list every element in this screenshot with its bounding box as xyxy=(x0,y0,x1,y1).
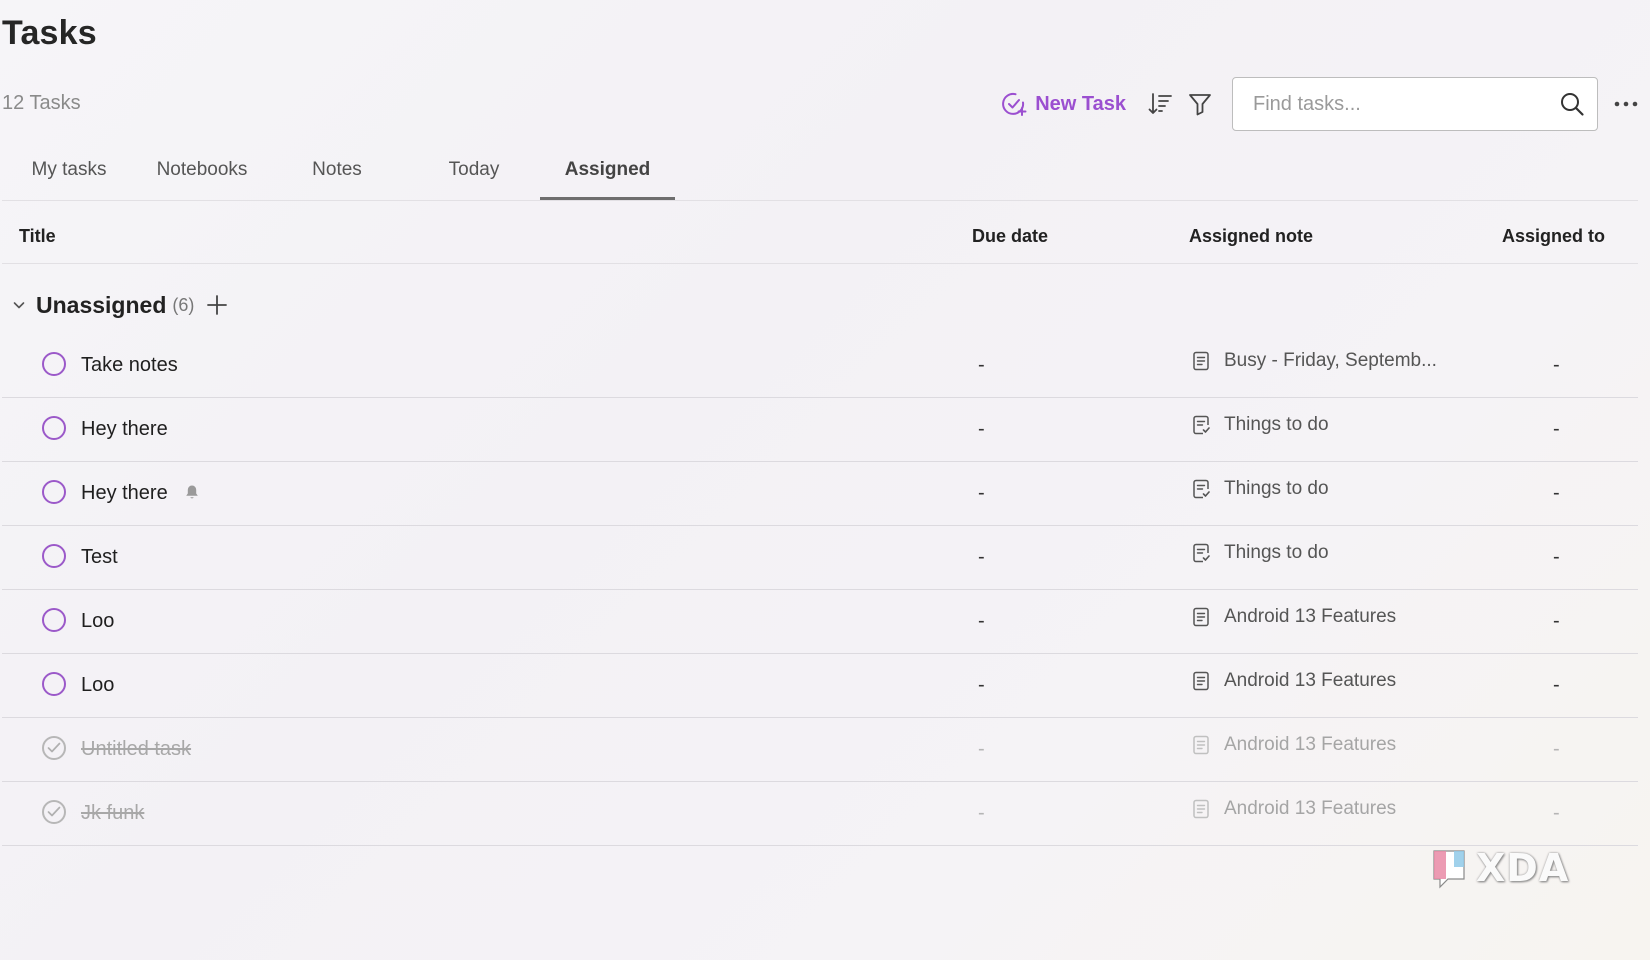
header-divider xyxy=(2,263,1638,264)
task-due-date: - xyxy=(978,674,985,696)
filter-icon[interactable] xyxy=(1185,89,1215,119)
task-row[interactable]: Take notes - Busy - Friday, Septemb... - xyxy=(2,334,1638,398)
task-assignee: - xyxy=(1553,610,1560,632)
group-header: Unassigned (6) xyxy=(12,288,228,322)
task-row[interactable]: Jk funk - Android 13 Features - xyxy=(2,782,1638,846)
more-horizontal-icon[interactable] xyxy=(1606,84,1646,124)
chevron-down-icon[interactable] xyxy=(12,298,26,312)
task-due-date: - xyxy=(978,802,985,824)
tab-assigned[interactable]: Assigned xyxy=(540,148,675,200)
task-list: Take notes - Busy - Friday, Septemb... -… xyxy=(2,334,1638,846)
task-list-icon xyxy=(1192,479,1210,499)
task-assignee: - xyxy=(1553,802,1560,824)
tab-today[interactable]: Today xyxy=(414,148,534,200)
tab-notebooks[interactable]: Notebooks xyxy=(137,148,267,200)
note-icon xyxy=(1192,735,1210,755)
task-checkbox[interactable] xyxy=(42,480,66,504)
note-icon xyxy=(1192,607,1210,627)
task-due-date: - xyxy=(978,418,985,440)
task-row[interactable]: Untitled task - Android 13 Features - xyxy=(2,718,1638,782)
search-input[interactable] xyxy=(1251,91,1559,117)
note-icon xyxy=(1192,671,1210,691)
task-assigned-note[interactable]: Things to do xyxy=(1192,478,1329,500)
task-checkbox[interactable] xyxy=(42,608,66,632)
new-task-button[interactable]: New Task xyxy=(1001,91,1126,117)
search-box xyxy=(1232,77,1598,131)
watermark: XDA xyxy=(1430,845,1569,891)
task-checkbox[interactable] xyxy=(42,672,66,696)
group-title: Unassigned xyxy=(36,291,167,318)
search-icon[interactable] xyxy=(1559,91,1585,117)
task-checkbox[interactable] xyxy=(42,352,66,376)
task-due-date: - xyxy=(978,482,985,504)
task-assignee: - xyxy=(1553,738,1560,760)
task-checkbox[interactable] xyxy=(42,544,66,568)
note-label: Things to do xyxy=(1224,414,1329,435)
xda-logo-icon xyxy=(1430,845,1470,891)
task-title[interactable]: Untitled task xyxy=(81,738,191,761)
note-label: Android 13 Features xyxy=(1224,734,1397,755)
note-label: Busy - Friday, Septemb... xyxy=(1224,350,1437,371)
task-assigned-note[interactable]: Things to do xyxy=(1192,542,1329,564)
task-assigned-note[interactable]: Android 13 Features xyxy=(1192,670,1396,692)
group-count: (6) xyxy=(172,294,195,315)
task-due-date: - xyxy=(978,546,985,568)
task-row[interactable]: Hey there - Things to do - xyxy=(2,462,1638,526)
new-task-label: New Task xyxy=(1035,92,1126,115)
task-title[interactable]: Loo xyxy=(81,674,114,697)
toolbar: New Task xyxy=(1001,75,1650,133)
task-title[interactable]: Jk funk xyxy=(81,802,144,825)
task-checkbox[interactable] xyxy=(42,416,66,440)
task-checkbox-checked[interactable] xyxy=(42,736,66,760)
column-header-title[interactable]: Title xyxy=(19,226,56,247)
task-due-date: - xyxy=(978,354,985,376)
column-header-assigned-note[interactable]: Assigned note xyxy=(1189,226,1313,247)
note-label: Things to do xyxy=(1224,478,1329,499)
reminder-bell-icon xyxy=(185,484,199,505)
task-assignee: - xyxy=(1553,674,1560,696)
sort-icon[interactable] xyxy=(1145,89,1175,119)
task-assignee: - xyxy=(1553,546,1560,568)
task-assignee: - xyxy=(1553,354,1560,376)
note-icon xyxy=(1192,799,1210,819)
task-title[interactable]: Test xyxy=(81,546,118,569)
task-assignee: - xyxy=(1553,482,1560,504)
task-title[interactable]: Loo xyxy=(81,610,114,633)
note-label: Android 13 Features xyxy=(1224,798,1397,819)
tab-bar: My tasks Notebooks Notes Today Assigned xyxy=(2,148,1638,201)
new-task-icon xyxy=(1001,91,1027,117)
note-icon xyxy=(1192,351,1210,371)
column-header-due-date[interactable]: Due date xyxy=(972,226,1048,247)
task-row[interactable]: Loo - Android 13 Features - xyxy=(2,590,1638,654)
note-label: Android 13 Features xyxy=(1224,606,1397,627)
task-assigned-note[interactable]: Busy - Friday, Septemb... xyxy=(1192,350,1437,372)
watermark-text: XDA xyxy=(1476,846,1570,890)
column-header-assigned-to[interactable]: Assigned to xyxy=(1502,226,1605,247)
task-list-icon xyxy=(1192,543,1210,563)
note-label: Android 13 Features xyxy=(1224,670,1397,691)
tab-notes[interactable]: Notes xyxy=(282,148,392,200)
task-row[interactable]: Loo - Android 13 Features - xyxy=(2,654,1638,718)
task-assignee: - xyxy=(1553,418,1560,440)
task-assigned-note[interactable]: Android 13 Features xyxy=(1192,798,1396,820)
task-due-date: - xyxy=(978,610,985,632)
tab-my-tasks[interactable]: My tasks xyxy=(14,148,124,200)
task-due-date: - xyxy=(978,738,985,760)
task-checkbox-checked[interactable] xyxy=(42,800,66,824)
task-assigned-note[interactable]: Android 13 Features xyxy=(1192,606,1396,628)
task-title[interactable]: Hey there xyxy=(81,418,168,441)
add-task-icon[interactable] xyxy=(206,294,228,316)
task-list-icon xyxy=(1192,415,1210,435)
task-row[interactable]: Hey there - Things to do - xyxy=(2,398,1638,462)
task-assigned-note[interactable]: Things to do xyxy=(1192,414,1329,436)
task-assigned-note[interactable]: Android 13 Features xyxy=(1192,734,1396,756)
task-row[interactable]: Test - Things to do - xyxy=(2,526,1638,590)
page-title: Tasks xyxy=(2,14,97,52)
task-count: 12 Tasks xyxy=(2,92,81,114)
task-title[interactable]: Hey there xyxy=(81,482,168,505)
task-title[interactable]: Take notes xyxy=(81,354,178,377)
note-label: Things to do xyxy=(1224,542,1329,563)
